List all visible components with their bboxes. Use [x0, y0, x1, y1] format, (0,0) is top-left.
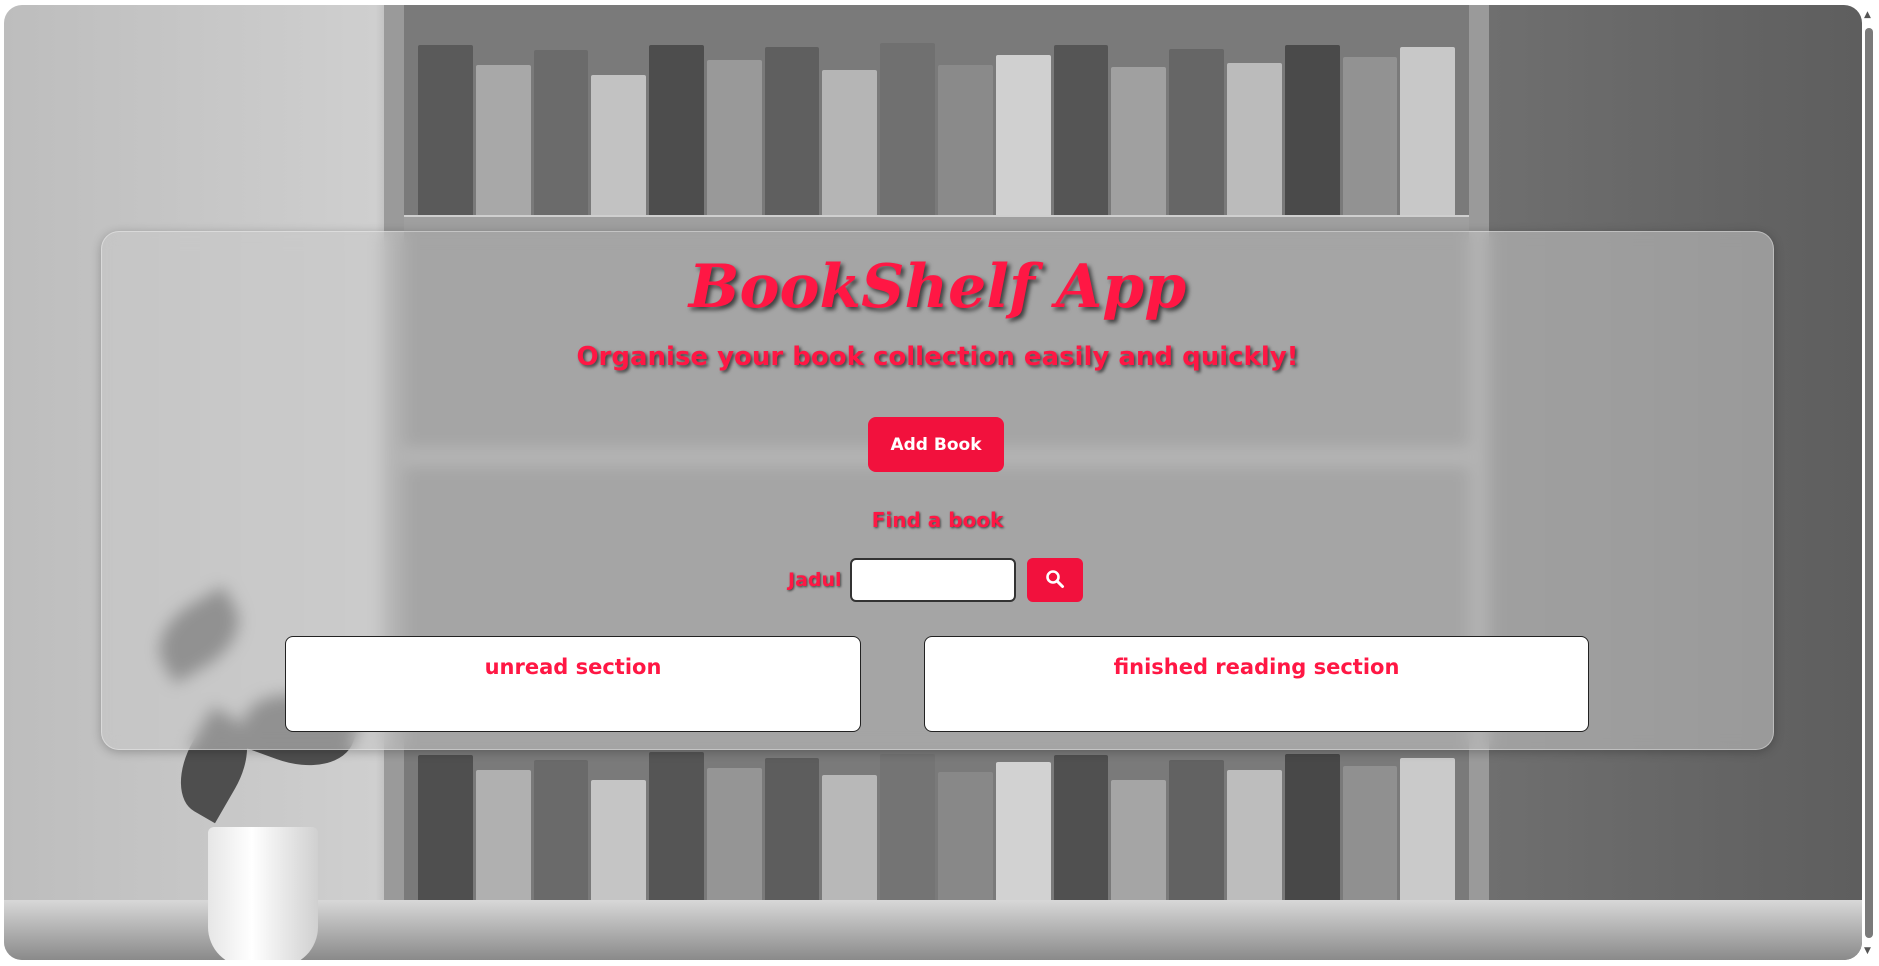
main-glass-panel: BookShelf App Organise your book collect… [101, 231, 1774, 750]
app-subtitle: Organise your book collection easily and… [576, 342, 1299, 372]
search-input[interactable] [849, 558, 1016, 602]
unread-section: unread section [285, 636, 861, 732]
scrollbar-thumb[interactable] [1865, 28, 1873, 938]
app-title: BookShelf App [688, 252, 1187, 322]
search-icon [1045, 569, 1065, 592]
unread-section-title: unread section [484, 655, 662, 679]
search-form: Jadul [788, 555, 1083, 605]
search-button[interactable] [1026, 558, 1083, 602]
app-background: BookShelf App Organise your book collect… [4, 5, 1862, 960]
add-book-button[interactable]: Add Book [868, 417, 1004, 472]
finished-section-title: finished reading section [1113, 655, 1400, 679]
top-shelf-books [404, 35, 1469, 215]
plant-pot [208, 827, 318, 960]
scroll-up-arrow-icon[interactable]: ▲ [1864, 10, 1871, 20]
search-field-label: Jadul [788, 569, 842, 591]
find-book-heading: Find a book [871, 508, 1004, 532]
vertical-scrollbar[interactable]: ▲ ▼ [1863, 10, 1875, 956]
finished-reading-section: finished reading section [924, 636, 1589, 732]
scroll-down-arrow-icon[interactable]: ▼ [1864, 946, 1871, 956]
